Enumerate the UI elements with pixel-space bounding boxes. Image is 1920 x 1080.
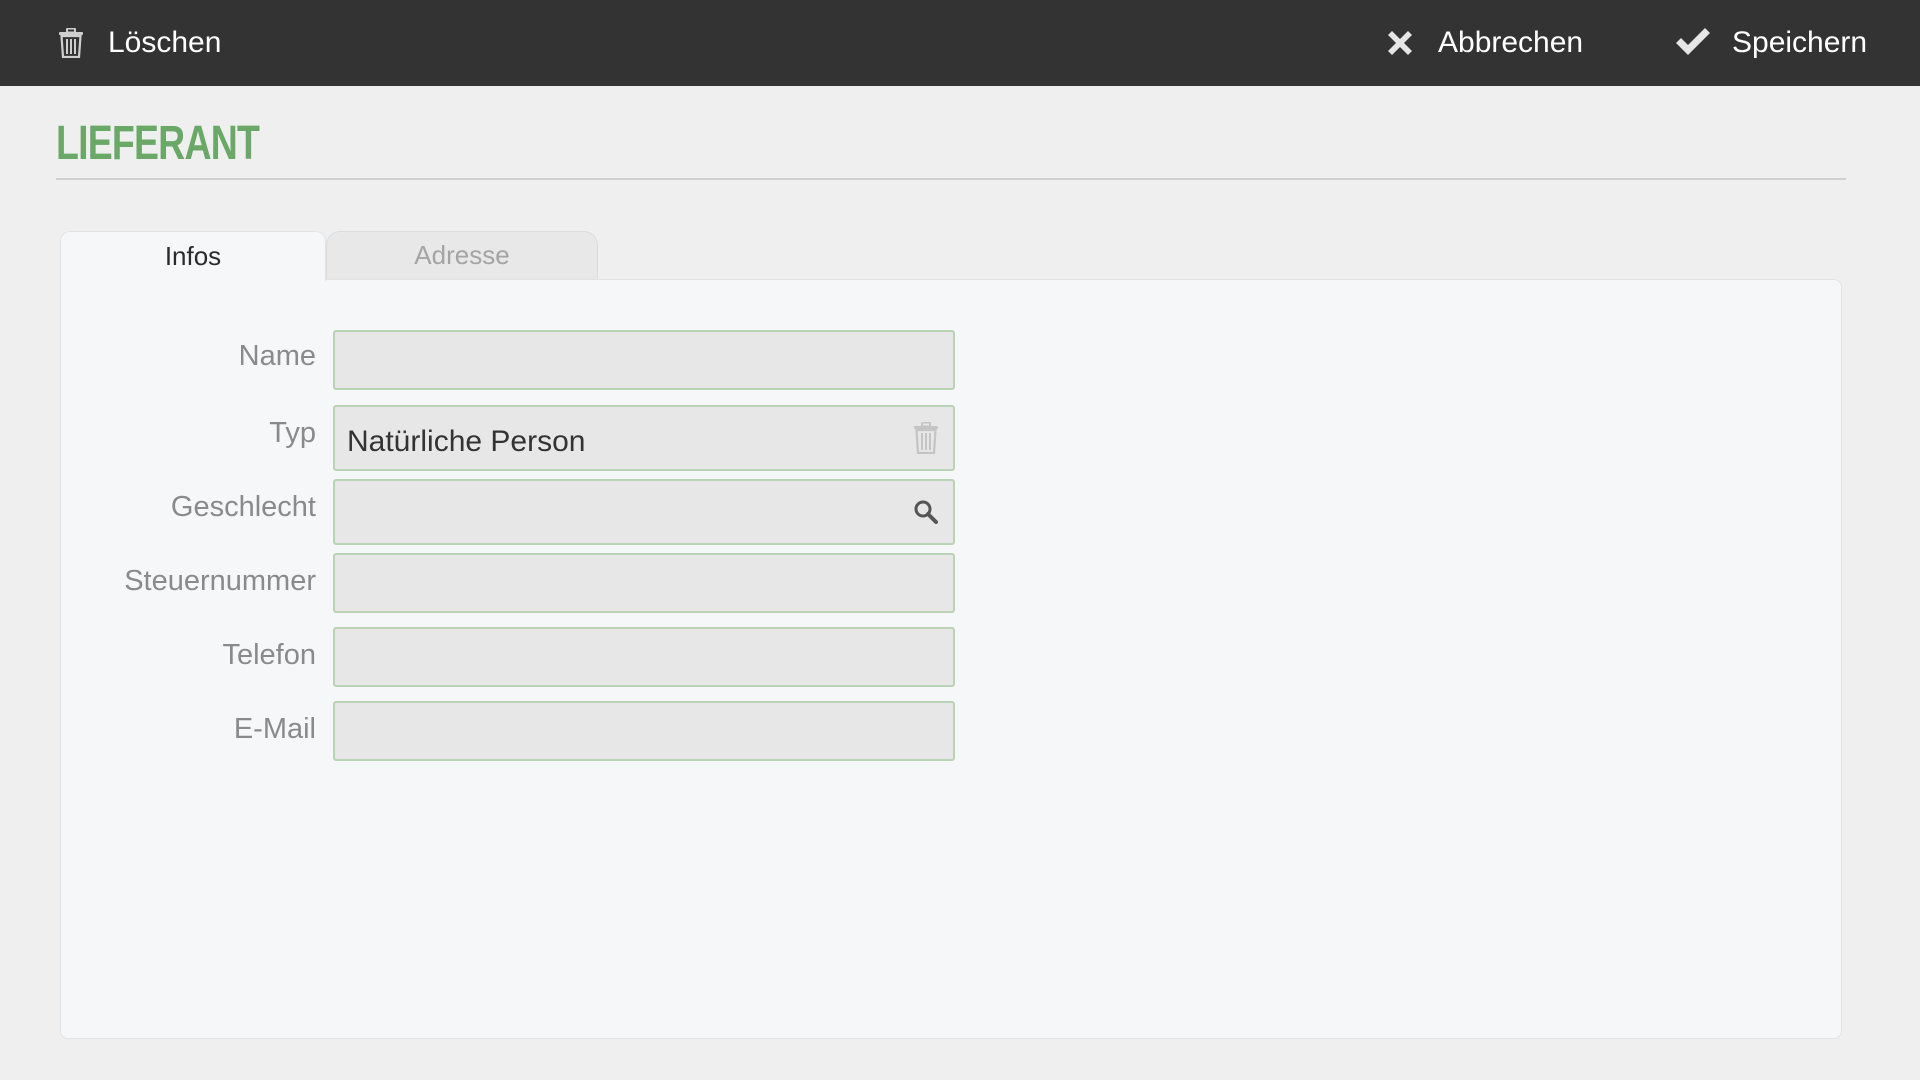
page-title: LIEFERANT xyxy=(56,117,260,170)
typ-value: Natürliche Person xyxy=(347,425,586,458)
geschlecht-label: Geschlecht xyxy=(170,491,316,523)
email-field-box xyxy=(333,701,955,761)
trash-icon[interactable] xyxy=(913,422,939,454)
name-input[interactable] xyxy=(335,332,953,388)
typ-select[interactable]: Natürliche Person xyxy=(333,405,955,471)
trash-icon xyxy=(58,28,84,58)
cancel-button-label: Abbrechen xyxy=(1438,26,1584,59)
geschlecht-field-box xyxy=(333,479,955,545)
delete-button[interactable]: Löschen xyxy=(58,0,221,86)
close-icon xyxy=(1384,27,1416,59)
email-input[interactable] xyxy=(335,703,953,759)
telefon-input[interactable] xyxy=(335,629,953,685)
tab-infos[interactable]: Infos xyxy=(60,231,326,281)
title-divider xyxy=(56,178,1846,180)
steuernummer-field-box xyxy=(333,553,955,613)
tab-adresse[interactable]: Adresse xyxy=(326,231,598,279)
name-field-box xyxy=(333,330,955,390)
top-toolbar: Löschen Abbrechen Speichern xyxy=(0,0,1920,86)
typ-label: Typ xyxy=(269,417,316,449)
search-icon[interactable] xyxy=(913,499,939,525)
email-label: E-Mail xyxy=(233,713,316,745)
form-panel: Name Typ Natürliche Person Geschlecht St… xyxy=(60,279,1842,1039)
cancel-button[interactable]: Abbrechen xyxy=(1384,0,1583,86)
checkmark-icon xyxy=(1674,28,1712,58)
tab-adresse-label: Adresse xyxy=(414,240,510,270)
steuernummer-label: Steuernummer xyxy=(124,565,316,597)
telefon-field-box xyxy=(333,627,955,687)
steuernummer-input[interactable] xyxy=(335,555,953,611)
tab-infos-label: Infos xyxy=(164,241,222,271)
delete-button-label: Löschen xyxy=(108,26,222,59)
name-label: Name xyxy=(238,340,316,372)
save-button[interactable]: Speichern xyxy=(1674,0,1867,86)
save-button-label: Speichern xyxy=(1732,26,1868,59)
telefon-label: Telefon xyxy=(222,639,316,671)
geschlecht-input[interactable] xyxy=(335,481,953,543)
